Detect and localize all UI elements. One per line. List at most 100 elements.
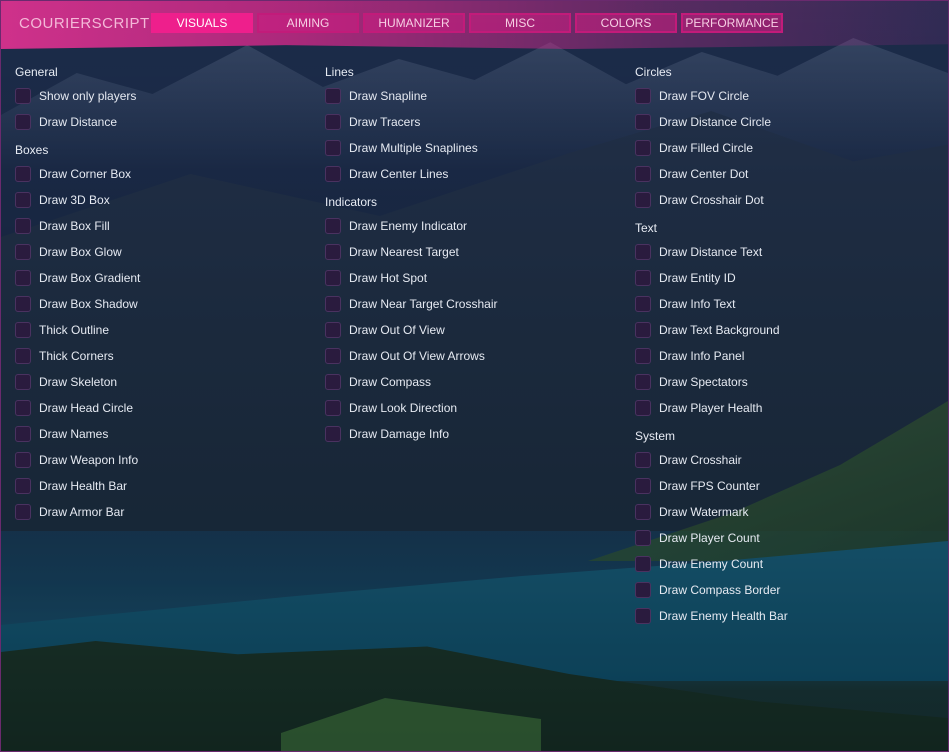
option-draw-near-target-crosshair[interactable]: Draw Near Target Crosshair (325, 291, 498, 317)
option-draw-names[interactable]: Draw Names (15, 421, 140, 447)
checkbox[interactable] (325, 322, 341, 338)
option-thick-outline[interactable]: Thick Outline (15, 317, 140, 343)
option-draw-fov-circle[interactable]: Draw FOV Circle (635, 83, 788, 109)
checkbox[interactable] (15, 114, 31, 130)
checkbox[interactable] (15, 88, 31, 104)
checkbox[interactable] (635, 270, 651, 286)
checkbox[interactable] (15, 270, 31, 286)
option-draw-head-circle[interactable]: Draw Head Circle (15, 395, 140, 421)
checkbox[interactable] (635, 114, 651, 130)
checkbox[interactable] (635, 166, 651, 182)
checkbox[interactable] (635, 452, 651, 468)
checkbox[interactable] (15, 426, 31, 442)
option-draw-corner-box[interactable]: Draw Corner Box (15, 161, 140, 187)
checkbox[interactable] (635, 192, 651, 208)
option-draw-distance[interactable]: Draw Distance (15, 109, 140, 135)
option-draw-damage-info[interactable]: Draw Damage Info (325, 421, 498, 447)
checkbox[interactable] (635, 244, 651, 260)
option-draw-player-count[interactable]: Draw Player Count (635, 525, 788, 551)
option-draw-enemy-indicator[interactable]: Draw Enemy Indicator (325, 213, 498, 239)
checkbox[interactable] (15, 348, 31, 364)
option-draw-nearest-target[interactable]: Draw Nearest Target (325, 239, 498, 265)
checkbox[interactable] (325, 348, 341, 364)
option-draw-weapon-info[interactable]: Draw Weapon Info (15, 447, 140, 473)
checkbox[interactable] (635, 556, 651, 572)
checkbox[interactable] (325, 296, 341, 312)
option-draw-enemy-health-bar[interactable]: Draw Enemy Health Bar (635, 603, 788, 629)
tab-colors[interactable]: COLORS (575, 13, 677, 33)
option-draw-center-dot[interactable]: Draw Center Dot (635, 161, 788, 187)
option-draw-info-panel[interactable]: Draw Info Panel (635, 343, 788, 369)
option-draw-tracers[interactable]: Draw Tracers (325, 109, 498, 135)
checkbox[interactable] (325, 426, 341, 442)
checkbox[interactable] (635, 374, 651, 390)
tab-visuals[interactable]: VISUALS (151, 13, 253, 33)
option-draw-multiple-snaplines[interactable]: Draw Multiple Snaplines (325, 135, 498, 161)
checkbox[interactable] (325, 270, 341, 286)
checkbox[interactable] (15, 244, 31, 260)
option-thick-corners[interactable]: Thick Corners (15, 343, 140, 369)
checkbox[interactable] (15, 478, 31, 494)
tab-aiming[interactable]: AIMING (257, 13, 359, 33)
checkbox[interactable] (635, 140, 651, 156)
checkbox[interactable] (15, 192, 31, 208)
option-draw-entity-id[interactable]: Draw Entity ID (635, 265, 788, 291)
checkbox[interactable] (635, 348, 651, 364)
option-draw-health-bar[interactable]: Draw Health Bar (15, 473, 140, 499)
option-draw-crosshair-dot[interactable]: Draw Crosshair Dot (635, 187, 788, 213)
checkbox[interactable] (635, 582, 651, 598)
option-draw-snapline[interactable]: Draw Snapline (325, 83, 498, 109)
option-draw-info-text[interactable]: Draw Info Text (635, 291, 788, 317)
checkbox[interactable] (635, 608, 651, 624)
checkbox[interactable] (325, 88, 341, 104)
checkbox[interactable] (15, 296, 31, 312)
checkbox[interactable] (15, 322, 31, 338)
tab-humanizer[interactable]: HUMANIZER (363, 13, 465, 33)
checkbox[interactable] (325, 400, 341, 416)
checkbox[interactable] (635, 322, 651, 338)
option-draw-compass[interactable]: Draw Compass (325, 369, 498, 395)
option-draw-box-shadow[interactable]: Draw Box Shadow (15, 291, 140, 317)
option-draw-look-direction[interactable]: Draw Look Direction (325, 395, 498, 421)
option-draw-crosshair[interactable]: Draw Crosshair (635, 447, 788, 473)
option-show-only-players[interactable]: Show only players (15, 83, 140, 109)
checkbox[interactable] (635, 296, 651, 312)
option-draw-box-fill[interactable]: Draw Box Fill (15, 213, 140, 239)
option-draw-watermark[interactable]: Draw Watermark (635, 499, 788, 525)
option-draw-out-of-view[interactable]: Draw Out Of View (325, 317, 498, 343)
option-draw-distance-text[interactable]: Draw Distance Text (635, 239, 788, 265)
checkbox[interactable] (325, 140, 341, 156)
option-draw-hot-spot[interactable]: Draw Hot Spot (325, 265, 498, 291)
checkbox[interactable] (325, 218, 341, 234)
option-draw-filled-circle[interactable]: Draw Filled Circle (635, 135, 788, 161)
checkbox[interactable] (15, 166, 31, 182)
checkbox[interactable] (15, 504, 31, 520)
checkbox[interactable] (325, 114, 341, 130)
checkbox[interactable] (635, 88, 651, 104)
checkbox[interactable] (325, 244, 341, 260)
option-draw-box-gradient[interactable]: Draw Box Gradient (15, 265, 140, 291)
checkbox[interactable] (15, 374, 31, 390)
option-draw-distance-circle[interactable]: Draw Distance Circle (635, 109, 788, 135)
checkbox[interactable] (635, 400, 651, 416)
option-draw-player-health[interactable]: Draw Player Health (635, 395, 788, 421)
option-draw-out-of-view-arrows[interactable]: Draw Out Of View Arrows (325, 343, 498, 369)
checkbox[interactable] (635, 530, 651, 546)
checkbox[interactable] (15, 218, 31, 234)
checkbox[interactable] (325, 374, 341, 390)
option-draw-enemy-count[interactable]: Draw Enemy Count (635, 551, 788, 577)
checkbox[interactable] (635, 478, 651, 494)
option-draw-fps-counter[interactable]: Draw FPS Counter (635, 473, 788, 499)
option-draw-spectators[interactable]: Draw Spectators (635, 369, 788, 395)
checkbox[interactable] (15, 452, 31, 468)
option-draw-compass-border[interactable]: Draw Compass Border (635, 577, 788, 603)
tab-misc[interactable]: MISC (469, 13, 571, 33)
option-draw-3d-box[interactable]: Draw 3D Box (15, 187, 140, 213)
option-draw-box-glow[interactable]: Draw Box Glow (15, 239, 140, 265)
checkbox[interactable] (635, 504, 651, 520)
option-draw-text-background[interactable]: Draw Text Background (635, 317, 788, 343)
option-draw-armor-bar[interactable]: Draw Armor Bar (15, 499, 140, 525)
tab-performance[interactable]: PERFORMANCE (681, 13, 783, 33)
option-draw-skeleton[interactable]: Draw Skeleton (15, 369, 140, 395)
option-draw-center-lines[interactable]: Draw Center Lines (325, 161, 498, 187)
